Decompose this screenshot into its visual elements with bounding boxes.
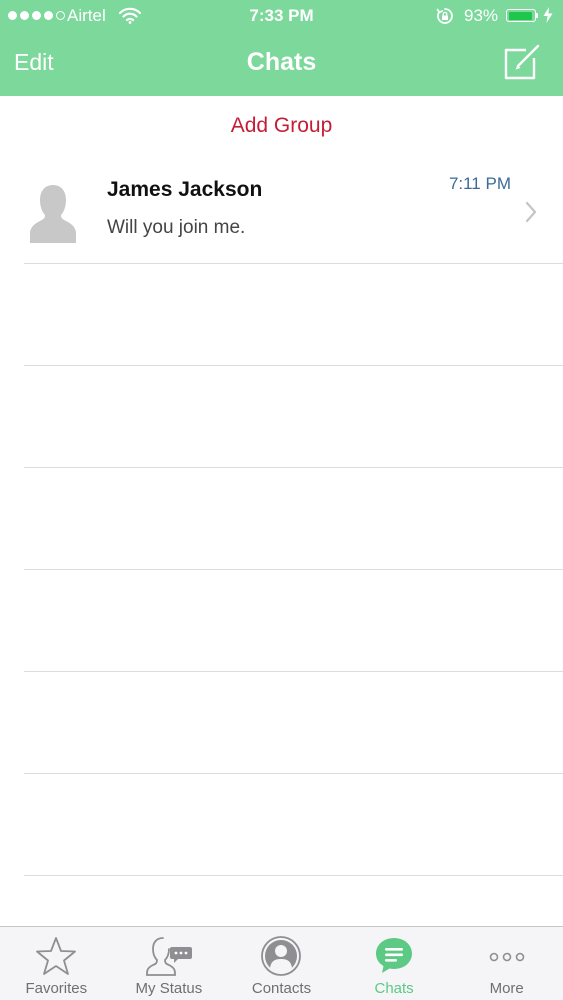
list-divider — [24, 365, 563, 366]
nav-bar: Edit Chats — [0, 32, 563, 96]
list-divider — [24, 773, 563, 774]
charging-bolt-icon — [543, 7, 553, 23]
chat-bubble-icon — [376, 938, 413, 973]
app: Airtel 7:33 PM 93% Edit Chats Add Group … — [0, 0, 563, 1000]
battery-fill — [508, 11, 532, 20]
chat-contact-name: James Jackson — [107, 178, 263, 201]
edit-button[interactable]: Edit — [14, 49, 54, 76]
page-title: Chats — [246, 48, 317, 76]
tab-favorites[interactable]: Favorites — [0, 927, 113, 1000]
chat-message-preview: Will you join me. — [107, 217, 246, 238]
compose-button[interactable] — [500, 42, 544, 82]
contacts-icon — [261, 936, 302, 976]
battery-percent: 93% — [464, 6, 499, 25]
chevron-right-icon — [525, 201, 537, 223]
more-dots-icon — [489, 952, 524, 962]
tab-label: My Status — [135, 980, 203, 997]
list-divider — [24, 467, 563, 468]
tab-my-status[interactable]: My Status — [113, 927, 226, 1000]
tab-contacts[interactable]: Contacts — [225, 927, 338, 1000]
tab-label: Chats — [374, 980, 414, 997]
tab-label: Contacts — [251, 980, 312, 997]
list-divider — [24, 671, 563, 672]
chat-timestamp: 7:11 PM — [448, 174, 511, 193]
status-bar: Airtel 7:33 PM 93% — [0, 0, 563, 32]
status-icon — [145, 937, 192, 976]
person-silhouette-icon — [30, 185, 76, 243]
rotation-lock-icon — [436, 8, 453, 24]
tab-label: More — [489, 980, 524, 997]
list-divider — [24, 875, 563, 876]
add-group-button[interactable]: Add Group — [0, 114, 563, 138]
list-divider — [24, 263, 563, 264]
tab-label: Favorites — [25, 980, 88, 997]
tab-bar: Favorites My Status Contacts Chats More — [0, 926, 563, 1000]
list-divider — [24, 569, 563, 570]
battery-cap — [536, 13, 538, 18]
compose-icon — [504, 44, 540, 80]
battery-icon — [506, 9, 536, 22]
header: Airtel 7:33 PM 93% Edit Chats — [0, 0, 563, 96]
star-icon — [36, 937, 77, 975]
tab-more[interactable]: More — [450, 927, 563, 1000]
tab-chats[interactable]: Chats — [338, 927, 451, 1000]
chat-list-item[interactable]: James Jackson Will you join me. 7:11 PM — [0, 160, 563, 263]
